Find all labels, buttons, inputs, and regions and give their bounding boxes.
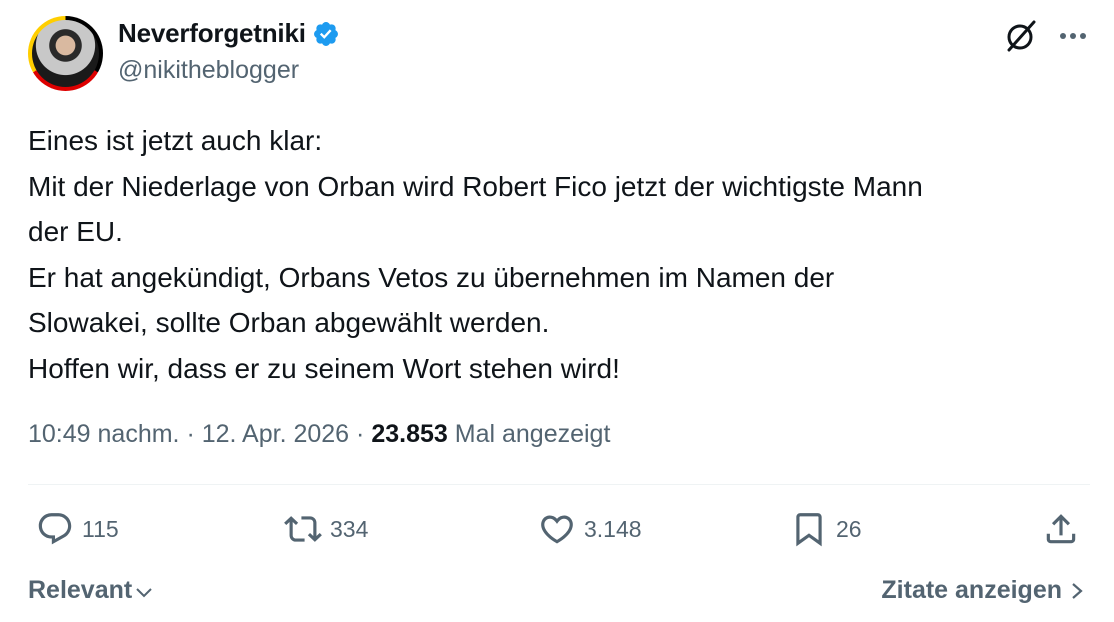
bookmark-count: 26 [836, 515, 862, 542]
bookmark-icon [796, 513, 822, 547]
sort-dropdown[interactable]: Relevant [28, 576, 154, 605]
avatar-photo [32, 20, 99, 87]
like-count: 3.148 [584, 515, 642, 542]
chevron-down-icon [136, 588, 152, 598]
author-name-row[interactable]: Neverforgetniki [118, 18, 340, 49]
meta-separator: · [356, 420, 365, 448]
tweet-line: Eines ist jetzt auch klar: [28, 125, 323, 156]
chevron-right-icon [1072, 582, 1083, 599]
sort-label: Relevant [28, 576, 133, 604]
grok-icon[interactable] [1003, 18, 1039, 54]
tweet-meta: 10:49 nachm. · 12. Apr. 2026 · 23.853 Ma… [28, 420, 610, 449]
views-label[interactable]: Mal angezeigt [455, 420, 611, 448]
reply-icon [38, 513, 72, 545]
author-display-name[interactable]: Neverforgetniki [118, 18, 306, 49]
tweet-date[interactable]: 12. Apr. 2026 [202, 420, 349, 448]
reply-count: 115 [82, 515, 119, 542]
tweet-text: Eines ist jetzt auch klar: Mit der Niede… [28, 118, 1098, 391]
heart-icon [541, 515, 573, 544]
views-count[interactable]: 23.853 [371, 420, 447, 448]
retweet-count: 334 [330, 515, 369, 542]
retweet-button[interactable]: 334 [284, 510, 368, 548]
tweet-line: Mit der Niederlage von Orban wird Robert… [28, 170, 923, 202]
like-button[interactable]: 3.148 [538, 510, 642, 548]
meta-separator: · [186, 420, 195, 448]
share-button[interactable] [1042, 510, 1088, 548]
divider [28, 484, 1090, 485]
tweet-line: Er hat angekündigt, Orbans Vetos zu über… [28, 261, 835, 293]
tweet-line: der EU. [28, 216, 123, 247]
tweet-line: Slowakei, sollte Orban abgewählt werden. [28, 307, 550, 338]
avatar[interactable] [28, 16, 103, 91]
verified-badge-icon [313, 21, 338, 46]
view-quotes-link[interactable]: Zitate anzeigen [881, 576, 1086, 605]
bookmark-button[interactable]: 26 [790, 510, 862, 548]
tweet-time[interactable]: 10:49 nachm. [28, 420, 180, 448]
reply-button[interactable]: 115 [36, 510, 119, 548]
quotes-label: Zitate anzeigen [881, 576, 1062, 604]
more-options-icon[interactable] [1058, 26, 1088, 46]
share-icon [1046, 514, 1076, 544]
author-handle[interactable]: @nikitheblogger [118, 56, 299, 85]
retweet-icon [284, 516, 322, 542]
tweet-line: Hoffen wir, dass er zu seinem Wort stehe… [28, 352, 620, 384]
